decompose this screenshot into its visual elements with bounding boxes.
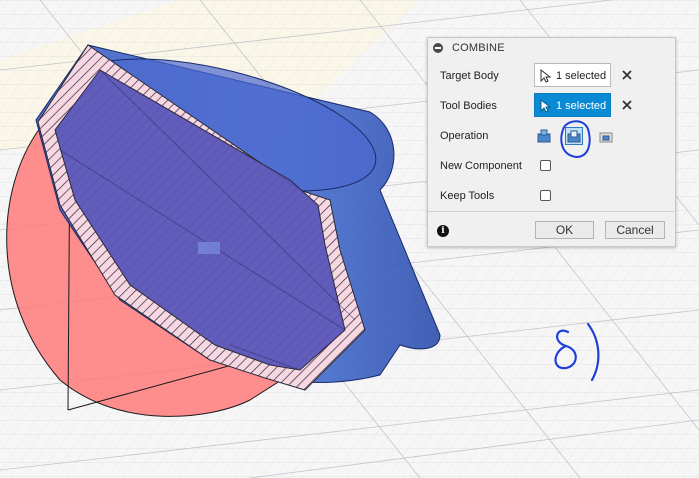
body-label-marker <box>198 242 220 254</box>
dialog-divider <box>428 211 675 212</box>
combine-dialog: COMBINE Target Body 1 selected Tool Bodi… <box>427 37 676 247</box>
info-icon[interactable]: i <box>437 225 449 237</box>
dialog-header: COMBINE <box>428 38 675 58</box>
arrow-cursor-icon <box>540 69 552 83</box>
tool-bodies-value: 1 selected <box>556 100 607 112</box>
keep-tools-label: Keep Tools <box>440 190 495 202</box>
selection-circle-annotation <box>560 120 591 159</box>
target-body-selector[interactable]: 1 selected <box>534 63 611 87</box>
keep-tools-checkbox[interactable] <box>540 190 551 201</box>
new-component-label: New Component <box>440 160 522 172</box>
new-component-checkbox[interactable] <box>540 160 551 171</box>
cancel-button[interactable]: Cancel <box>605 221 665 239</box>
arrow-cursor-icon <box>540 99 552 113</box>
target-body-value: 1 selected <box>556 70 607 82</box>
clear-tool-icon[interactable] <box>621 99 633 111</box>
tool-bodies-label: Tool Bodies <box>440 100 497 112</box>
tool-bodies-selector[interactable]: 1 selected <box>534 93 611 117</box>
dialog-title: COMBINE <box>452 42 505 54</box>
join-icon[interactable] <box>536 128 552 144</box>
operation-label: Operation <box>440 130 489 142</box>
ok-button[interactable]: OK <box>535 221 594 239</box>
target-body-label: Target Body <box>440 70 499 82</box>
collapse-icon[interactable] <box>433 43 443 53</box>
intersect-icon[interactable] <box>598 128 614 144</box>
clear-target-icon[interactable] <box>621 69 633 81</box>
